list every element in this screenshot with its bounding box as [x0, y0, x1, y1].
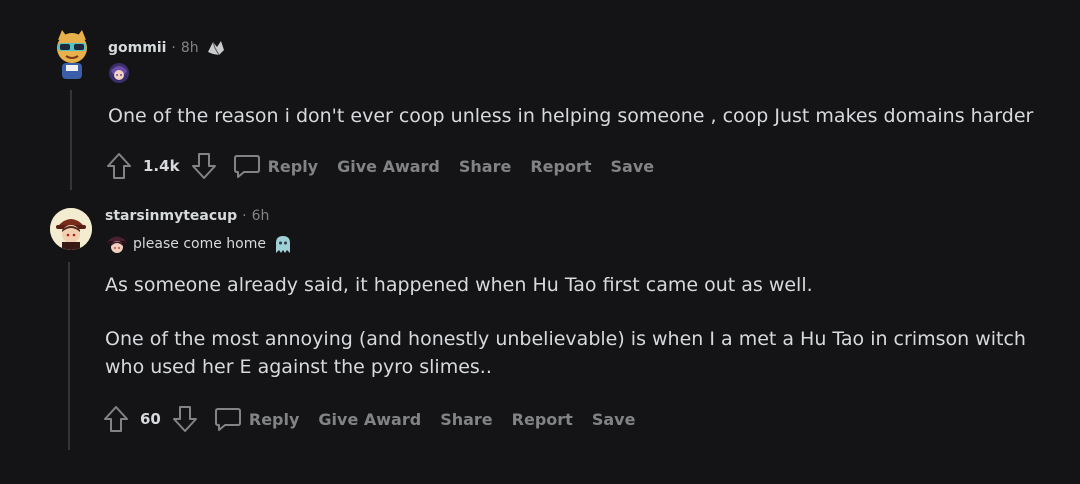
thread-line[interactable] [68, 262, 70, 450]
avatar-character-icon [57, 30, 87, 79]
vote-count: 60 [140, 410, 161, 428]
share-button[interactable]: Share [459, 157, 511, 176]
reply-button[interactable]: Reply [232, 151, 319, 181]
save-button[interactable]: Save [592, 410, 636, 429]
character-emoji-icon [105, 233, 129, 255]
report-button[interactable]: Report [512, 410, 573, 429]
separator-dot: · [242, 208, 247, 224]
comment-paragraph: As someone already said, it happened whe… [105, 274, 813, 296]
reply-label: Reply [267, 156, 319, 176]
avatar-character-icon [50, 208, 92, 250]
give-award-button[interactable]: Give Award [337, 157, 440, 176]
comment-icon [233, 155, 260, 178]
comment-meta: gommii · 8h [108, 38, 227, 58]
ghost-emoji-icon [272, 233, 294, 255]
comment-paragraph: One of the most annoying (and honestly u… [105, 328, 1026, 378]
avatar[interactable] [50, 30, 94, 82]
timestamp[interactable]: 8h [181, 40, 199, 56]
comment-icon [214, 408, 241, 431]
separator-dot: · [171, 40, 176, 56]
award-icon[interactable] [205, 38, 227, 58]
character-emoji-icon [108, 62, 130, 84]
username[interactable]: starsinmyteacup [105, 208, 237, 224]
upvote-icon[interactable] [102, 404, 130, 434]
timestamp[interactable]: 6h [252, 208, 270, 224]
vote-count: 1.4k [143, 157, 180, 175]
report-button[interactable]: Report [530, 157, 591, 176]
downvote-icon[interactable] [190, 151, 218, 181]
user-flair [108, 62, 130, 84]
avatar[interactable] [50, 208, 92, 250]
upvote-icon[interactable] [105, 151, 133, 181]
downvote-icon[interactable] [171, 404, 199, 434]
thread-line[interactable] [70, 90, 72, 190]
comment-actions: 1.4k Reply Give Award Share Report Save [105, 151, 673, 181]
username[interactable]: gommii [108, 40, 166, 56]
flair-text: please come home [133, 236, 266, 252]
user-flair: please come home [105, 233, 294, 255]
save-button[interactable]: Save [611, 157, 655, 176]
reply-button[interactable]: Reply [213, 404, 300, 434]
comment-actions: 60 Reply Give Award Share Report Save [102, 404, 654, 434]
reply-label: Reply [248, 409, 300, 429]
share-button[interactable]: Share [440, 410, 492, 429]
give-award-button[interactable]: Give Award [318, 410, 421, 429]
comment-body: One of the reason i don't ever coop unle… [108, 105, 1034, 127]
comment-meta: starsinmyteacup · 6h [105, 208, 269, 224]
